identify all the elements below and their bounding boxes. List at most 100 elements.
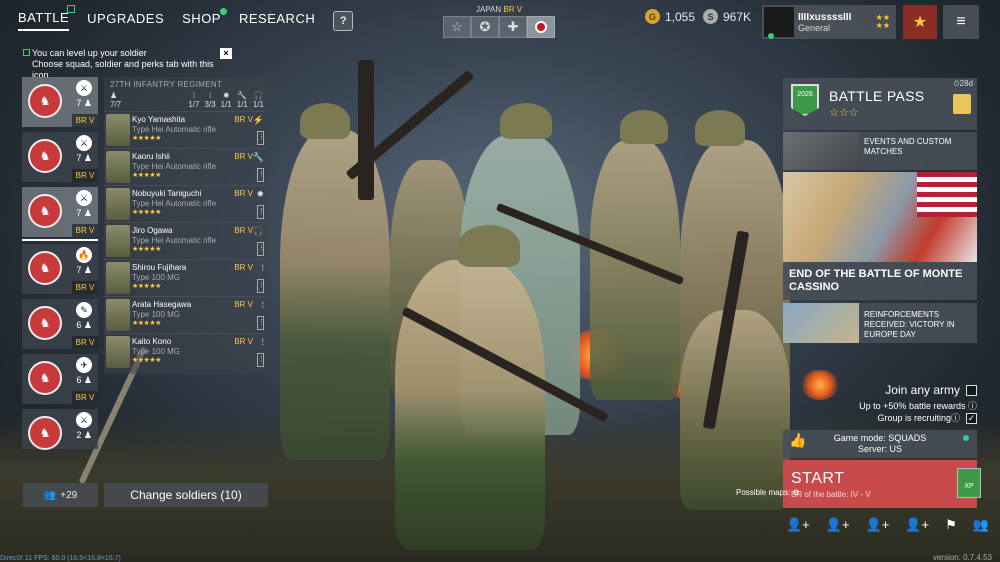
soldier-row[interactable]: Kyo Yamashita Type Hei Automatic rifle ★… — [104, 111, 268, 148]
soldier-portrait — [106, 225, 130, 257]
start-label: START — [791, 470, 845, 487]
change-soldiers-button[interactable]: Change soldiers (10) — [104, 483, 268, 507]
event-card-custom-matches[interactable]: EVENTS AND CUSTOM MATCHES — [783, 132, 977, 170]
squad-type-icon: 🔥 — [76, 247, 92, 263]
game-mode-button[interactable]: 👍 Game mode: SQUADS Server: US — [783, 430, 977, 458]
soldier-stars: ★★★★★ — [132, 135, 161, 142]
gold-balance[interactable]: G 1,055 — [645, 9, 695, 24]
slot-mg: ⁞ 3/3 — [204, 91, 216, 109]
add-friend-icon[interactable]: 👤+ — [905, 517, 929, 533]
soldier-row[interactable]: Arata Hasegawa Type 100 MG ★★★★★ BR V ⁞ … — [104, 296, 268, 333]
soldier-stars: ★★★★★ — [132, 283, 161, 290]
join-any-army: Join any army Up to +50% battle rewards … — [859, 383, 977, 412]
squad-card[interactable]: ♞ ⚔ 2 ♟ — [22, 409, 98, 450]
squad-card[interactable]: ♞ ✈ 6 ♟ BR V — [22, 354, 98, 404]
info-icon[interactable]: ⓘ — [951, 413, 960, 423]
more-icon[interactable]: ⋮ — [257, 131, 265, 145]
profile-card[interactable]: IIIIxussssIII General ★★ ★★ — [762, 5, 896, 39]
add-friend-icon[interactable]: 👤+ — [866, 517, 890, 533]
more-icon[interactable]: ⋮ — [257, 168, 265, 182]
event-card-ve-day[interactable]: REINFORCEMENTS RECEIVED: VICTORY IN EURO… — [783, 303, 977, 343]
info-icon[interactable]: ⓘ — [968, 401, 977, 411]
recruiting-checkbox[interactable]: ✓ — [966, 413, 977, 425]
tab-battle[interactable]: BATTLE — [18, 5, 76, 31]
soldier-br: BR V — [234, 337, 253, 346]
tab-upgrades[interactable]: UPGRADES — [87, 11, 164, 30]
rising-sun-icon[interactable] — [527, 16, 555, 38]
soldier-stars: ★★★★★ — [132, 209, 161, 216]
xp-boost-icon[interactable]: XP — [957, 468, 981, 498]
soldier-row[interactable]: Kaoru Ishii Type Hei Automatic rifle ★★★… — [104, 148, 268, 185]
cross-icon[interactable]: ✚ — [499, 16, 527, 38]
squad-type-icon: ⚔ — [76, 135, 92, 151]
soldier-row[interactable]: Nobuyuki Taniguchi Type Hei Automatic ri… — [104, 185, 268, 222]
event-card-monte-cassino[interactable]: END OF THE BATTLE OF MONTE CASSINO — [783, 172, 977, 300]
squad-badge-icon: ♞ — [28, 194, 62, 228]
helmet — [695, 110, 745, 146]
soldier-br: BR V — [234, 300, 253, 309]
panel-header: 27TH INFANTRY REGIMENT ♟ 7/7 ⁞ 1/7 ⁞ 3/3 ✹ 1… — [104, 77, 268, 111]
gold-amount: 1,055 — [665, 9, 696, 24]
squad-card[interactable]: ♞ ⚔ 7 ♟ BR V — [22, 132, 98, 182]
close-icon[interactable]: × — [220, 48, 232, 59]
soldier-portrait — [106, 151, 130, 183]
squad-type-icon: ⚔ — [76, 80, 92, 96]
silver-balance[interactable]: S 967K — [703, 9, 751, 24]
squad-count: 7 ♟ — [76, 153, 92, 163]
tab-research[interactable]: RESEARCH — [239, 11, 315, 30]
tab-shop[interactable]: SHOP — [182, 8, 227, 30]
circle-star-icon[interactable]: ✪ — [471, 16, 499, 38]
more-icon[interactable]: ⋮ — [257, 279, 265, 293]
squad-marker-icon — [23, 49, 30, 56]
squad-badge-icon: ♞ — [28, 84, 62, 118]
soldier-br: BR V — [234, 263, 253, 272]
squad-badge-icon: ♞ — [28, 361, 62, 395]
flame-icon: ✹ — [256, 189, 264, 199]
battle-pass-title: BATTLE PASS — [829, 88, 925, 104]
battle-pass-card[interactable]: 2026 BATTLE PASS ☆☆☆ ⏲28d — [783, 78, 977, 130]
gold-coin-icon: G — [645, 9, 660, 24]
more-icon[interactable]: ⋮ — [257, 316, 265, 330]
notice-line1: You can level up your soldier — [32, 48, 147, 58]
more-icon[interactable]: ⋮ — [257, 353, 265, 367]
squad-card[interactable]: ♞ ⚔ 7 ♟ BR V — [22, 187, 98, 237]
ammo-icon: ⁞ — [261, 337, 264, 347]
menu-button[interactable]: ≡ — [943, 5, 979, 39]
help-button[interactable]: ? — [333, 10, 354, 31]
friends-icon[interactable]: 👥 — [973, 517, 989, 533]
squad-card[interactable]: ♞ 🔥 7 ♟ BR V — [22, 244, 98, 294]
possible-maps[interactable]: Possible maps: ⚙ — [736, 488, 800, 498]
soldier-row[interactable]: Shirou Fujihara Type 100 MG ★★★★★ BR V ⁞… — [104, 259, 268, 296]
player-rank: General — [798, 22, 831, 33]
helmet — [500, 103, 552, 139]
start-button[interactable]: START BR of the battle: IV - V XP — [783, 460, 981, 508]
star-icon[interactable]: ☆ — [443, 16, 471, 38]
reserve-button[interactable]: 👥 +29 — [23, 483, 98, 507]
game-mode-label: Game mode: SQUADS — [833, 433, 927, 443]
squad-count: 7 ♟ — [76, 265, 92, 275]
soldier-row[interactable]: Kaito Kono Type 100 MG ★★★★★ BR V ⁞ ⋮ — [104, 333, 268, 370]
squad-type-icon: ✎ — [76, 302, 92, 318]
soldier-row[interactable]: Jiro Ogawa Type Hei Automatic rifle ★★★★… — [104, 222, 268, 259]
squad-card[interactable]: ♞ ✎ 6 ♟ BR V — [22, 299, 98, 349]
squad-badge-icon: ♞ — [28, 416, 62, 450]
add-friend-icon[interactable]: 👤+ — [826, 517, 850, 533]
add-friend-icon[interactable]: 👤+ — [786, 517, 810, 533]
battle-pass-emblem-icon: 2026 — [791, 84, 819, 116]
slot-radio: 🎧 1/1 — [252, 91, 264, 109]
squad-badge-icon: ♞ — [28, 251, 62, 285]
squad-br: BR V — [72, 336, 98, 349]
squad-count: 7 ♟ — [76, 98, 92, 108]
more-icon[interactable]: ⋮ — [257, 242, 265, 256]
nation-label: JAPAN BR V — [475, 5, 523, 14]
flag-icon[interactable]: ⚑ — [945, 517, 957, 533]
squad-card[interactable]: ♞ ⚔ 7 ♟ BR V — [22, 77, 98, 127]
soldier-weapon: Type Hei Automatic rifle — [132, 125, 217, 134]
more-icon[interactable]: ⋮ — [257, 205, 265, 219]
soldier-weapon: Type Hei Automatic rifle — [132, 162, 217, 171]
rank-star-button[interactable]: ★ — [903, 5, 937, 39]
silver-coin-icon: S — [703, 9, 718, 24]
join-any-army-checkbox[interactable] — [966, 385, 977, 397]
soldier-stars: ★★★★★ — [132, 246, 161, 253]
group-recruiting: Group is recruitingⓘ ✓ — [877, 411, 977, 425]
